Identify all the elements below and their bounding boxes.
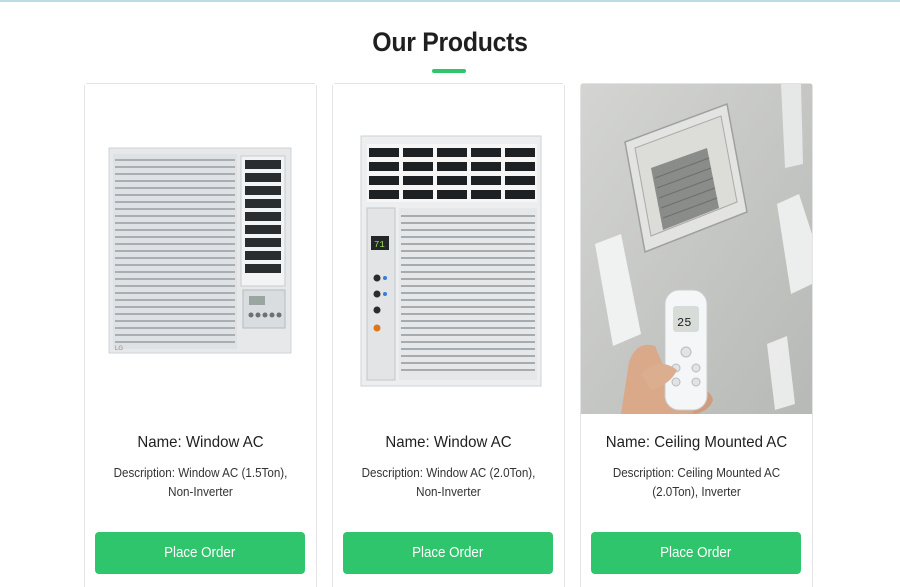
product-description: Description: Window AC (2.0Ton), Non-Inv…: [361, 466, 536, 499]
svg-text:71: 71: [374, 240, 385, 250]
place-order-button[interactable]: Place Order: [591, 532, 801, 574]
product-image-ceiling-ac: 25: [581, 84, 812, 414]
product-image-window-ac: 71: [333, 84, 564, 414]
ceiling-ac-icon: 25: [581, 84, 812, 414]
place-order-label: Place Order: [412, 545, 484, 561]
window-ac-icon: LG: [85, 84, 316, 414]
place-order-label: Place Order: [164, 545, 236, 561]
title-underline: [432, 69, 466, 73]
top-divider: [0, 0, 900, 2]
place-order-label: Place Order: [660, 545, 732, 561]
place-order-button[interactable]: Place Order: [95, 532, 305, 574]
page-title: Our Products: [372, 27, 528, 57]
product-card: LG Name: Window AC Description: Window A…: [84, 83, 317, 587]
product-description: Description: Window AC (1.5Ton), Non-Inv…: [113, 466, 288, 499]
product-description: Description: Ceiling Mounted AC (2.0Ton)…: [612, 466, 781, 499]
place-order-button[interactable]: Place Order: [343, 532, 553, 574]
product-name: Name: Window AC: [137, 434, 264, 451]
svg-text:25: 25: [677, 316, 691, 330]
product-card: 25 Name: Ceiling Mounted AC Description:…: [580, 83, 813, 587]
window-ac-icon: 71: [333, 84, 564, 414]
product-name: Name: Window AC: [385, 434, 512, 451]
svg-text:LG: LG: [115, 346, 123, 352]
product-card: 71 Name: Window AC Description: Window A…: [332, 83, 565, 587]
product-name: Name: Ceiling Mounted AC: [605, 434, 788, 451]
product-image-window-ac: LG: [85, 84, 316, 414]
